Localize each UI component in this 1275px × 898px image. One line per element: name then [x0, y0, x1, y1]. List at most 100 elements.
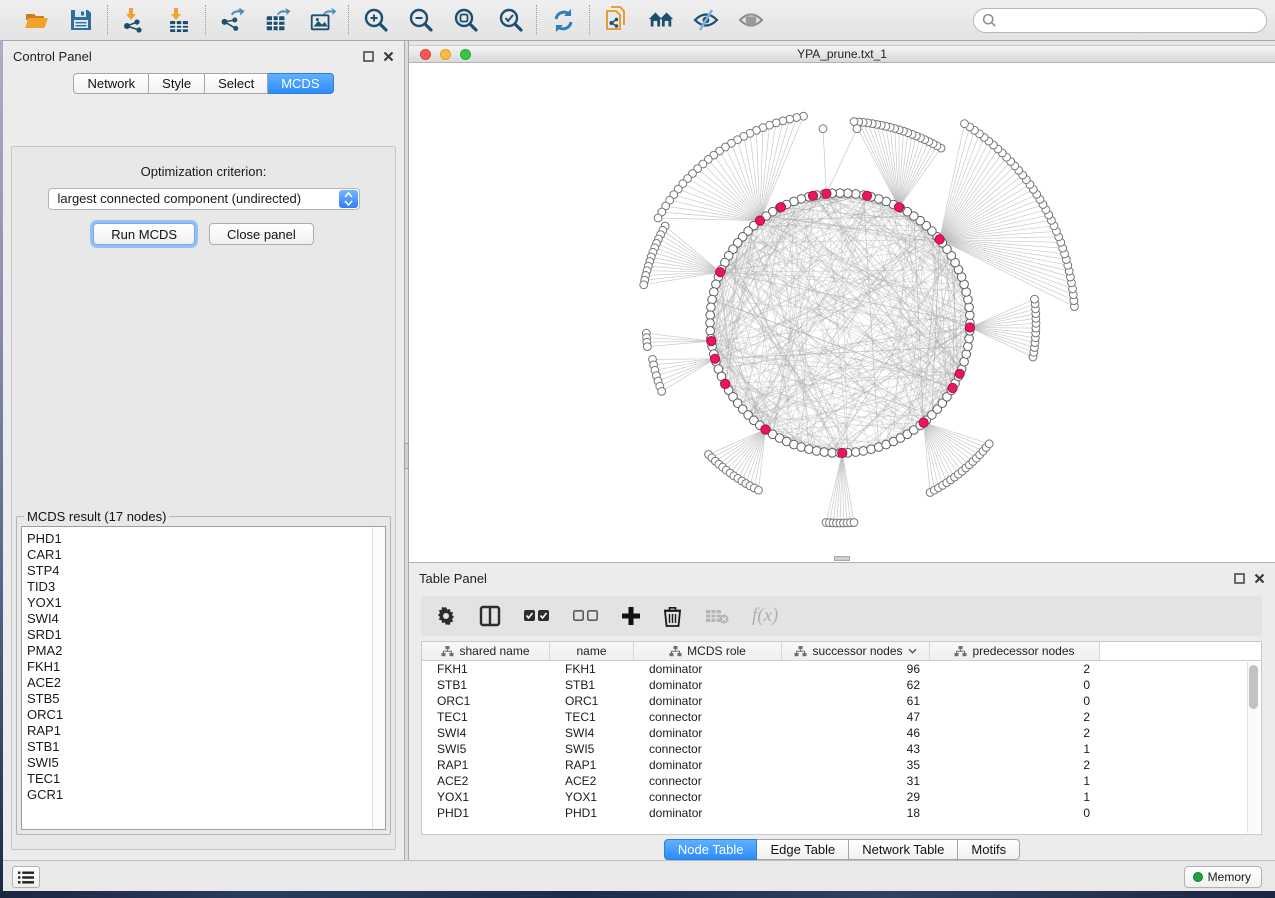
table-cell[interactable]: 47	[782, 710, 930, 724]
mcds-result-item[interactable]: ACE2	[27, 675, 385, 691]
close-table-panel-icon[interactable]	[1254, 573, 1265, 584]
mcds-result-item[interactable]: STP4	[27, 563, 385, 579]
table-cell[interactable]: ORC1	[550, 694, 634, 708]
table-cell[interactable]: SWI4	[422, 726, 550, 740]
table-cell[interactable]: 46	[782, 726, 930, 740]
run-mcds-button[interactable]: Run MCDS	[93, 223, 195, 245]
delete-table-icon[interactable]	[705, 608, 729, 624]
table-cell[interactable]: TEC1	[550, 710, 634, 724]
table-cell[interactable]: SWI5	[550, 742, 634, 756]
table-cell[interactable]: 2	[930, 710, 1100, 724]
add-row-icon[interactable]	[622, 607, 640, 625]
table-row[interactable]: TEC1TEC1connector472	[422, 709, 1261, 725]
table-cell[interactable]: PHD1	[422, 806, 550, 820]
table-row[interactable]: STB1STB1dominator620	[422, 677, 1261, 693]
node-table[interactable]: shared namenameMCDS rolesuccessor nodesp…	[421, 641, 1262, 835]
settings-gear-icon[interactable]	[436, 606, 456, 626]
table-cell[interactable]: STB1	[422, 678, 550, 692]
zoom-out-icon[interactable]	[406, 6, 434, 34]
table-cell[interactable]: FKH1	[422, 662, 550, 676]
mcds-result-item[interactable]: CAR1	[27, 547, 385, 563]
table-cell[interactable]: FKH1	[550, 662, 634, 676]
table-cell[interactable]: 1	[930, 774, 1100, 788]
mcds-result-item[interactable]: PMA2	[27, 643, 385, 659]
mcds-result-item[interactable]: GCR1	[27, 787, 385, 803]
table-cell[interactable]: SWI4	[550, 726, 634, 740]
open-file-icon[interactable]	[22, 6, 50, 34]
table-cell[interactable]: 31	[782, 774, 930, 788]
table-cell[interactable]: TEC1	[422, 710, 550, 724]
column-header-predecessor-nodes[interactable]: predecessor nodes	[930, 642, 1100, 660]
table-cell[interactable]: dominator	[634, 694, 782, 708]
table-cell[interactable]: 1	[930, 742, 1100, 756]
table-cell[interactable]: RAP1	[550, 758, 634, 772]
table-cell[interactable]: connector	[634, 790, 782, 804]
mcds-result-item[interactable]: SWI4	[27, 611, 385, 627]
tab-edge-table[interactable]: Edge Table	[757, 839, 849, 860]
mcds-result-item[interactable]: SWI5	[27, 755, 385, 771]
table-mode-button[interactable]	[12, 866, 40, 888]
table-cell[interactable]: 2	[930, 758, 1100, 772]
table-row[interactable]: PHD1PHD1dominator180	[422, 805, 1261, 821]
table-cell[interactable]: 1	[930, 790, 1100, 804]
column-header-MCDS-role[interactable]: MCDS role	[634, 642, 782, 660]
table-cell[interactable]: 2	[930, 662, 1100, 676]
hide-selected-icon[interactable]	[692, 6, 720, 34]
show-columns-icon[interactable]	[479, 605, 501, 627]
network-canvas[interactable]	[409, 63, 1275, 562]
table-cell[interactable]: ACE2	[422, 774, 550, 788]
zoom-in-icon[interactable]	[361, 6, 389, 34]
export-image-icon[interactable]	[308, 6, 336, 34]
column-header-successor-nodes[interactable]: successor nodes	[782, 642, 930, 660]
table-cell[interactable]: SWI5	[422, 742, 550, 756]
table-scrollbar[interactable]	[1247, 662, 1260, 833]
table-cell[interactable]: 62	[782, 678, 930, 692]
table-cell[interactable]: ACE2	[550, 774, 634, 788]
tab-node-table[interactable]: Node Table	[664, 839, 758, 860]
mcds-result-list[interactable]: PHD1CAR1STP4TID3YOX1SWI4SRD1PMA2FKH1ACE2…	[21, 526, 386, 830]
table-cell[interactable]: STB1	[550, 678, 634, 692]
function-builder-icon[interactable]: f(x)	[752, 605, 778, 627]
zoom-selected-icon[interactable]	[496, 6, 524, 34]
deselect-all-icon[interactable]	[573, 609, 599, 623]
table-cell[interactable]: connector	[634, 742, 782, 756]
mcds-result-item[interactable]: ORC1	[27, 707, 385, 723]
zoom-fit-icon[interactable]	[451, 6, 479, 34]
table-row[interactable]: SWI5SWI5connector431	[422, 741, 1261, 757]
float-table-panel-icon[interactable]	[1234, 573, 1245, 584]
table-cell[interactable]: 43	[782, 742, 930, 756]
table-cell[interactable]: YOX1	[422, 790, 550, 804]
export-network-icon[interactable]	[218, 6, 246, 34]
import-network-icon[interactable]	[120, 6, 148, 34]
search-field[interactable]	[973, 8, 1267, 33]
refresh-layout-icon[interactable]	[549, 6, 577, 34]
table-cell[interactable]: ORC1	[422, 694, 550, 708]
mcds-result-item[interactable]: STB5	[27, 691, 385, 707]
close-panel-icon[interactable]	[383, 51, 394, 62]
mcds-result-item[interactable]: SRD1	[27, 627, 385, 643]
memory-button[interactable]: Memory	[1184, 866, 1262, 888]
tab-network[interactable]: Network	[73, 73, 149, 94]
show-graphics-details-icon[interactable]	[737, 6, 765, 34]
mcds-result-item[interactable]: TEC1	[27, 771, 385, 787]
first-neighbors-icon[interactable]	[647, 6, 675, 34]
select-all-icon[interactable]	[524, 609, 550, 623]
mcds-result-item[interactable]: FKH1	[27, 659, 385, 675]
export-table-icon[interactable]	[263, 6, 291, 34]
table-cell[interactable]: dominator	[634, 662, 782, 676]
table-cell[interactable]: 29	[782, 790, 930, 804]
table-cell[interactable]: 61	[782, 694, 930, 708]
mcds-result-item[interactable]: TID3	[27, 579, 385, 595]
table-cell[interactable]: 0	[930, 694, 1100, 708]
table-cell[interactable]: 0	[930, 678, 1100, 692]
table-cell[interactable]: connector	[634, 710, 782, 724]
tab-select[interactable]: Select	[205, 73, 268, 94]
search-input[interactable]	[1002, 13, 1266, 28]
table-cell[interactable]: connector	[634, 774, 782, 788]
result-list-scrollbar[interactable]	[372, 527, 385, 829]
tab-mcds[interactable]: MCDS	[268, 73, 333, 94]
table-cell[interactable]: YOX1	[550, 790, 634, 804]
table-cell[interactable]: RAP1	[422, 758, 550, 772]
table-row[interactable]: FKH1FKH1dominator962	[422, 661, 1261, 677]
float-panel-icon[interactable]	[363, 51, 374, 62]
